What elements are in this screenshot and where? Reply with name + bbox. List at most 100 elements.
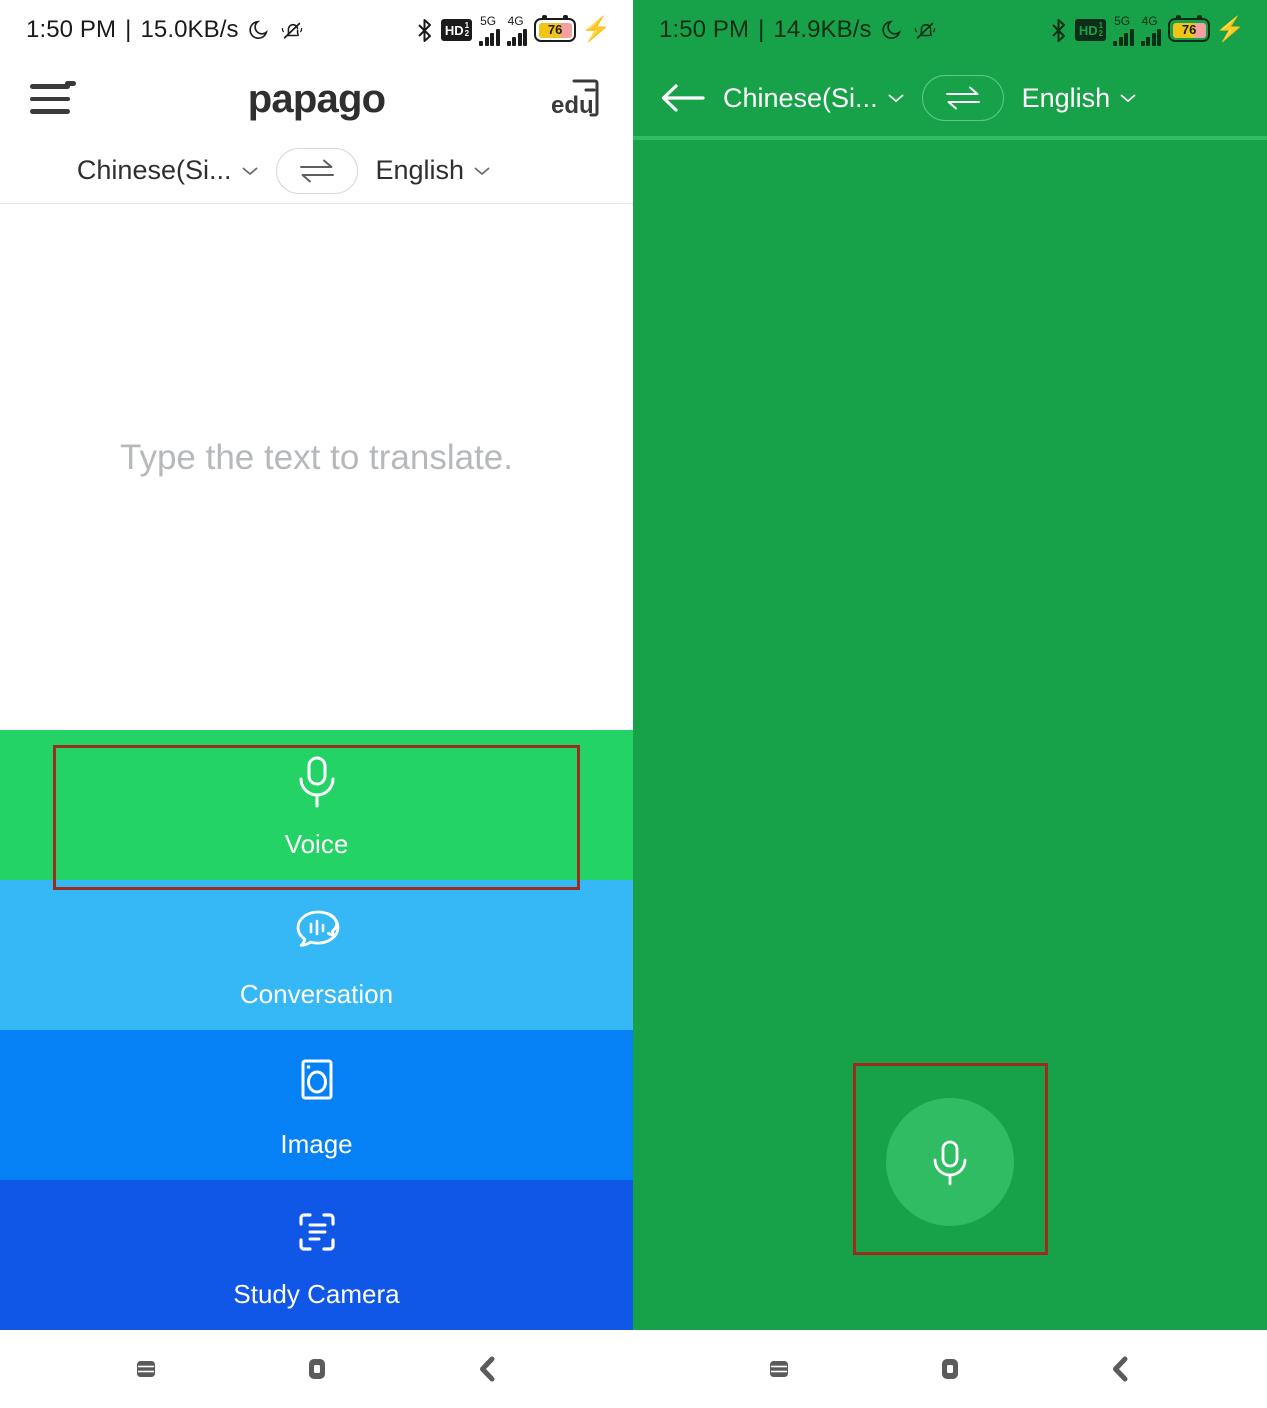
status-separator: | — [125, 16, 132, 43]
hd-sim2: 2 — [464, 29, 470, 38]
status-time: 1:50 PM — [26, 16, 117, 43]
signal-5g-bars — [1113, 28, 1134, 46]
voice-record-button[interactable] — [886, 1098, 1014, 1226]
source-language-label: Chinese(Si... — [723, 82, 878, 113]
swap-arrows-icon — [945, 86, 980, 110]
left-navigation-bar — [0, 1330, 633, 1408]
hd-sim-numbers: 1 2 — [1099, 21, 1103, 39]
target-language-wrap: English — [376, 155, 564, 186]
left-status-bar-left: 1:50 PM | 15.0KB/s — [26, 16, 305, 44]
right-status-bar-left: 1:50 PM | 14.9KB/s — [659, 16, 938, 44]
back-arrow-icon[interactable] — [659, 81, 707, 115]
edu-icon: edu — [551, 79, 599, 119]
signal-4g-label: 4G — [507, 13, 524, 28]
edu-button[interactable]: edu — [547, 73, 603, 125]
microphone-icon — [933, 1140, 967, 1186]
status-network-speed: 15.0KB/s — [140, 16, 239, 43]
bluetooth-icon — [1052, 18, 1065, 42]
conversation-action-label: Conversation — [239, 978, 394, 1009]
right-navigation-bar — [633, 1330, 1267, 1408]
signal-5g-icon: 5G — [479, 15, 500, 46]
chevron-down-icon — [888, 94, 903, 103]
back-icon[interactable] — [471, 1352, 505, 1386]
recent-apps-icon[interactable] — [762, 1352, 796, 1386]
bell-off-icon — [281, 22, 302, 39]
back-icon[interactable] — [1104, 1352, 1138, 1386]
source-language-wrap: Chinese(Si... — [70, 155, 258, 186]
left-status-bar: 1:50 PM | 15.0KB/s HD 1 2 5G 4G 76 ⚡ — [0, 0, 633, 60]
status-time: 1:50 PM — [659, 16, 750, 43]
hamburger-line-1 — [30, 84, 70, 89]
signal-4g-group: 4G — [506, 13, 528, 46]
signal-5g-label: 5G — [480, 13, 497, 28]
source-language-label: Chinese(Si... — [76, 155, 232, 185]
microphone-icon — [299, 756, 334, 807]
bluetooth-icon — [418, 18, 431, 42]
left-status-bar-right: HD 1 2 5G 4G 76 ⚡ — [415, 15, 611, 46]
image-action-row[interactable]: Image — [0, 1030, 633, 1180]
action-buttons-list: Voice Conversation Image Study Camera — [0, 730, 633, 1330]
hamburger-menu-icon[interactable] — [30, 81, 76, 114]
translate-input-area[interactable]: Type the text to translate. — [0, 204, 633, 730]
source-language-selector[interactable]: Chinese(Si... — [77, 155, 258, 186]
target-language-label: English — [1021, 82, 1111, 113]
signal-4g-icon: 4G — [506, 13, 528, 46]
swap-arrows-icon — [299, 159, 334, 182]
signal-4g-bars — [1140, 28, 1162, 46]
hamburger-line-2 — [30, 96, 70, 101]
home-icon[interactable] — [300, 1352, 334, 1386]
battery-icon: 76 — [534, 15, 577, 42]
voice-screen-header: Chinese(Si... English — [633, 60, 1267, 140]
battery-percent: 76 — [1181, 21, 1197, 37]
signal-5g-bars — [479, 28, 500, 46]
swap-languages-button[interactable] — [921, 75, 1004, 121]
voice-action-row[interactable]: Voice — [0, 730, 633, 880]
signal-5g-group: 5G — [479, 15, 500, 46]
recent-apps-icon[interactable] — [129, 1352, 163, 1386]
signal-4g-icon: 4G — [1140, 13, 1162, 46]
translate-input-placeholder: Type the text to translate. — [120, 438, 513, 477]
signal-4g-label: 4G — [1141, 13, 1158, 28]
right-status-bar-right: HD 1 2 5G 4G 76 ⚡ — [1049, 15, 1245, 46]
signal-5g-group: 5G — [1113, 15, 1134, 46]
conversation-action-row[interactable]: Conversation — [0, 880, 633, 1030]
hd-icon: HD 1 2 — [440, 18, 473, 42]
moon-icon — [248, 20, 268, 39]
target-language-label: English — [375, 155, 465, 185]
dual-screenshot-container: 1:50 PM | 15.0KB/s HD 1 2 5G 4G 76 ⚡ pap… — [0, 0, 1267, 1408]
app-brand-title: papago — [247, 76, 386, 121]
notification-dot-badge — [65, 81, 76, 86]
hd-label: HD — [1078, 22, 1098, 38]
status-separator: | — [758, 16, 765, 43]
conversation-icon — [296, 910, 339, 947]
right-status-bar: 1:50 PM | 14.9KB/s HD 1 2 5G 4G 76 ⚡ — [633, 0, 1267, 60]
hd-icon: HD 1 2 — [1074, 18, 1107, 42]
home-icon[interactable] — [933, 1352, 967, 1386]
battery-icon: 76 — [1168, 15, 1211, 42]
signal-4g-bars — [506, 28, 528, 46]
chevron-down-icon — [474, 167, 490, 175]
chevron-down-icon — [1120, 94, 1136, 103]
study-camera-action-label: Study Camera — [233, 1278, 400, 1309]
source-language-selector[interactable]: Chinese(Si... — [723, 83, 904, 114]
signal-5g-label: 5G — [1114, 13, 1131, 28]
bell-off-icon — [914, 22, 935, 39]
chevron-down-icon — [242, 167, 257, 175]
svg-text:edu: edu — [551, 92, 594, 119]
target-language-selector[interactable]: English — [376, 155, 491, 186]
battery-percent: 76 — [547, 21, 563, 37]
hd-sim-numbers: 1 2 — [464, 21, 470, 39]
status-network-speed: 14.9KB/s — [773, 16, 872, 43]
scan-text-icon — [298, 1212, 335, 1251]
study-camera-action-row[interactable]: Study Camera — [0, 1180, 633, 1330]
target-language-selector[interactable]: English — [1022, 83, 1137, 114]
swap-languages-button[interactable] — [275, 147, 358, 194]
voice-action-label: Voice — [284, 828, 349, 859]
moon-icon — [881, 20, 901, 39]
hamburger-line-3 — [30, 109, 70, 114]
charging-bolt-icon: ⚡ — [581, 16, 611, 43]
camera-icon — [301, 1059, 332, 1099]
app-header: papago edu — [0, 60, 633, 138]
left-phone-screen: 1:50 PM | 15.0KB/s HD 1 2 5G 4G 76 ⚡ pap… — [0, 0, 633, 1408]
language-bar: Chinese(Si... English — [0, 138, 633, 204]
